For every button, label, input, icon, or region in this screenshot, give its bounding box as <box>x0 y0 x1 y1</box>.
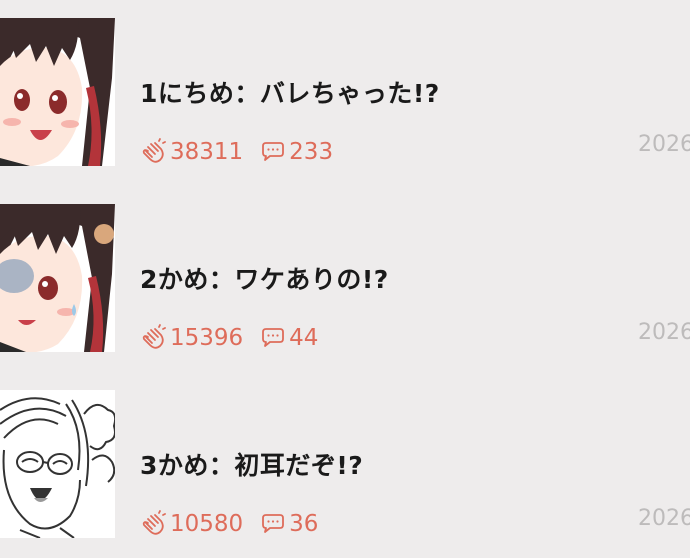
episode-stats-3: 10580 36 <box>140 508 318 540</box>
clap-count-value: 15396 <box>170 325 244 351</box>
clap-icon <box>142 324 166 349</box>
episode-date-3: 2026 <box>638 506 690 531</box>
clap-count: 15396 <box>140 324 243 352</box>
episode-row-1[interactable]: 1にちめ：バレちゃった!? 38311 233 2026 <box>0 0 690 186</box>
clap-count-value: 10580 <box>170 511 244 537</box>
clap-count: 10580 <box>140 510 243 538</box>
episode-date-2: 2026 <box>638 320 690 345</box>
clap-count-value: 38311 <box>170 139 244 165</box>
clap-icon <box>142 510 166 535</box>
comment-count: 44 <box>259 324 318 352</box>
episode-title-2: 2かめ：ワケありの!? <box>140 265 389 294</box>
episode-stats-1: 38311 233 <box>140 136 333 168</box>
comment-count-value: 233 <box>289 139 334 165</box>
comment-bubble-icon <box>262 514 285 533</box>
episode-title-1: 1にちめ：バレちゃった!? <box>140 79 440 108</box>
episode-date-1: 2026 <box>638 132 690 157</box>
episode-row-2[interactable]: 2かめ：ワケありの!? 15396 44 2026 <box>0 186 690 372</box>
comment-count: 233 <box>259 138 333 166</box>
comment-count-value: 36 <box>289 511 319 537</box>
clap-count: 38311 <box>140 138 243 166</box>
episode-thumbnail-1 <box>0 18 115 166</box>
episode-title-3: 3かめ：初耳だぞ!? <box>140 451 364 480</box>
episode-stats-2: 15396 44 <box>140 322 318 354</box>
comment-count-value: 44 <box>289 325 319 351</box>
comment-bubble-icon <box>262 142 285 161</box>
episode-thumbnail-2 <box>0 204 115 352</box>
episode-list: 1にちめ：バレちゃった!? 38311 233 2026 2かめ：ワケありの!?… <box>0 0 690 550</box>
comment-count: 36 <box>259 510 318 538</box>
episode-thumbnail-3 <box>0 390 115 538</box>
comment-bubble-icon <box>262 328 285 347</box>
episode-row-3[interactable]: 3かめ：初耳だぞ!? 10580 36 2026 <box>0 372 690 558</box>
clap-icon <box>142 138 166 163</box>
